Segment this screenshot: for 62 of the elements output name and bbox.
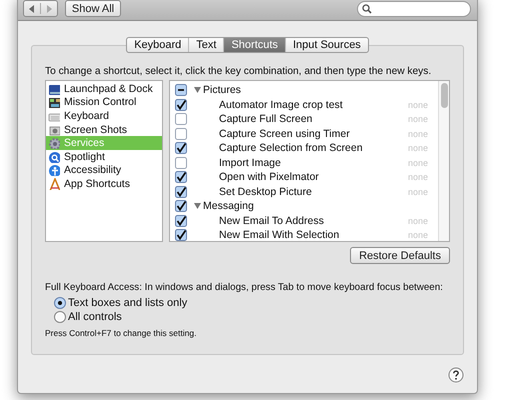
radio-label: Text boxes and lists only <box>68 297 188 309</box>
category-label: Keyboard <box>64 110 109 122</box>
category-label: Services <box>64 137 104 150</box>
magnifier-icon <box>48 150 60 163</box>
checkbox[interactable] <box>175 156 187 169</box>
help-icon[interactable] <box>448 367 464 383</box>
service-group-label: Pictures <box>203 84 241 96</box>
instruction-text: To change a shortcut, select it, click the key combination, and then type the new keys. <box>45 65 432 78</box>
checkbox[interactable] <box>175 229 187 242</box>
dock-icon <box>48 82 60 95</box>
search-field[interactable] <box>357 1 471 17</box>
tab[interactable]: Shortcuts <box>224 38 286 52</box>
checkbox[interactable] <box>175 128 187 140</box>
category-label: Screen Shots <box>64 124 128 136</box>
restore-defaults-button[interactable]: Restore Defaults <box>350 247 450 264</box>
category-item[interactable]: Launchpad & Dock <box>46 82 162 96</box>
compass-ruler-icon <box>48 178 60 190</box>
service-label: New Email To Address <box>219 214 325 227</box>
category-label: Mission Control <box>64 96 136 108</box>
gear-icon <box>48 137 60 150</box>
camera-icon <box>48 124 60 136</box>
checkbox[interactable] <box>175 186 187 198</box>
checkbox[interactable] <box>175 200 187 212</box>
category-item[interactable]: App Shortcuts <box>46 177 162 191</box>
show-all-button[interactable]: Show All <box>65 0 121 17</box>
tab[interactable]: Keyboard <box>127 38 190 52</box>
category-label: Accessibility <box>64 164 122 176</box>
keyboard-access-label: Full Keyboard Access: In windows and dialogs, press Tab to move keyboard focus between: <box>45 282 444 293</box>
radio-button[interactable] <box>54 311 66 323</box>
service-label: Capture Full Screen <box>219 113 314 126</box>
disclosure-triangle[interactable] <box>194 203 201 210</box>
radio-button[interactable] <box>54 297 66 309</box>
category-label: App Shortcuts <box>64 178 130 190</box>
service-label: Open with Pixelmator <box>219 171 320 184</box>
checkbox[interactable] <box>175 113 187 126</box>
service-label: Import Image <box>219 156 282 169</box>
category-label: Launchpad & Dock <box>64 82 153 95</box>
category-item[interactable]: Screen Shots <box>46 122 162 136</box>
service-label: Set Desktop Picture <box>219 186 313 198</box>
service-label: Capture Screen using Timer <box>219 128 351 140</box>
category-item[interactable]: Spotlight <box>46 150 162 164</box>
tab[interactable]: Input Sources <box>286 38 368 52</box>
service-label: New Email With Selection <box>219 229 340 242</box>
search-icon <box>362 4 372 14</box>
disclosure-triangle[interactable] <box>194 87 201 94</box>
category-label: Spotlight <box>64 150 105 163</box>
checkbox[interactable] <box>175 142 187 154</box>
checkbox[interactable] <box>175 214 187 227</box>
scroll-bar[interactable] <box>438 81 449 241</box>
category-item[interactable]: Mission Control <box>46 96 162 110</box>
checkbox[interactable] <box>175 171 187 184</box>
category-item[interactable]: Keyboard <box>46 109 162 123</box>
radio-label: All controls <box>68 311 122 323</box>
service-label: Automator Image crop test <box>219 98 344 111</box>
window-grid-icon <box>48 96 60 108</box>
hint-text: Press Control+F7 to change this setting. <box>45 328 198 338</box>
checkbox[interactable] <box>175 84 187 96</box>
category-item[interactable]: Accessibility <box>46 164 162 178</box>
service-label: Capture Selection from Screen <box>219 142 364 154</box>
service-group-label: Messaging <box>203 200 254 212</box>
back-forward-buttons[interactable] <box>23 0 58 17</box>
checkbox[interactable] <box>175 98 187 111</box>
